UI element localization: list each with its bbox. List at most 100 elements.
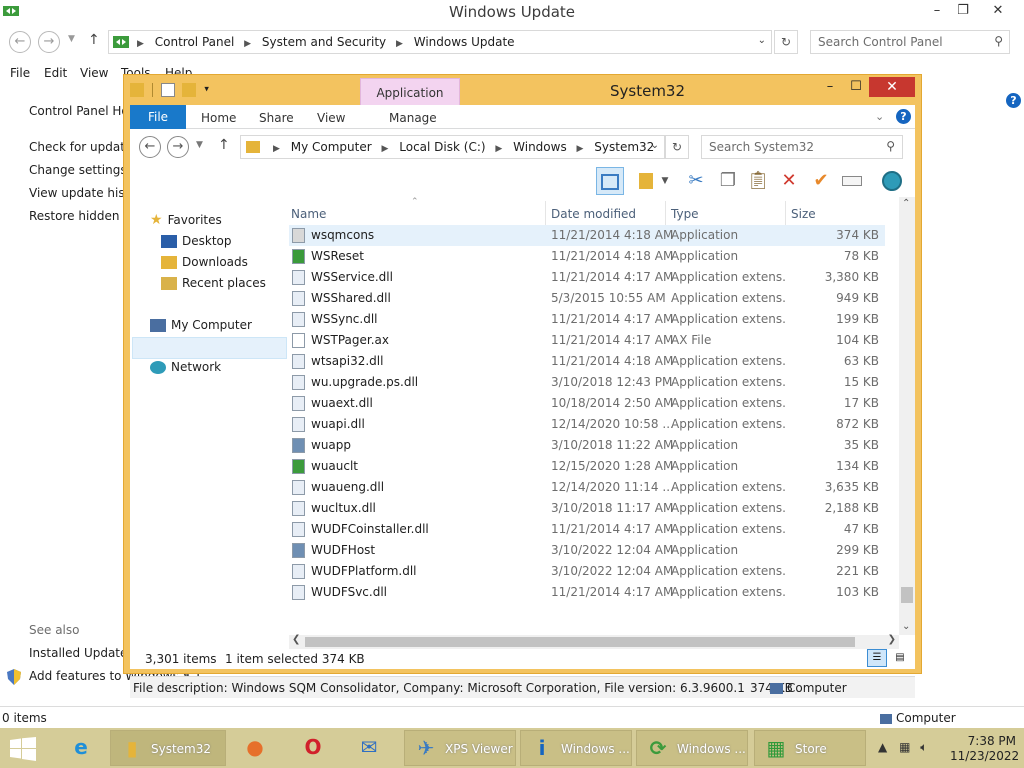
column-divider[interactable] (665, 201, 666, 225)
properties-button[interactable] (632, 167, 660, 195)
taskbar-button-windows[interactable]: i Windows ... (520, 730, 632, 766)
file-row[interactable]: WSService.dll 11/21/2014 4:17 AM Applicati… (289, 267, 885, 288)
menu-edit[interactable]: Edit (44, 66, 67, 80)
taskbar-button-store[interactable]: ▦ Store (754, 730, 866, 766)
file-row[interactable]: wuaext.dll 10/18/2014 2:50 AM Application … (289, 393, 885, 414)
delete-icon[interactable]: ✕ (775, 167, 803, 195)
breadcrumb-control-panel[interactable]: Control Panel (155, 35, 235, 49)
column-header-size[interactable]: Size (791, 207, 816, 221)
refresh-button[interactable]: ↻ (665, 135, 689, 159)
file-row[interactable]: wtsapi32.dll 11/21/2014 4:18 AM Applicatio… (289, 351, 885, 372)
breadcrumb-windows-update[interactable]: Windows Update (414, 35, 515, 49)
maximize-button[interactable]: ☐ (844, 77, 868, 97)
vertical-scrollbar[interactable]: ⌃ ⌄ (899, 197, 915, 635)
vertical-scroll-thumb[interactable] (901, 587, 913, 603)
file-row[interactable]: WUDFSvc.dll 11/21/2014 4:17 AM Application… (289, 582, 885, 603)
nav-my-computer[interactable]: My Computer (150, 318, 252, 332)
tab-home[interactable]: Home (201, 111, 236, 125)
breadcrumb-local-disk[interactable]: Local Disk (C:) (399, 140, 485, 154)
nav-desktop[interactable]: Desktop (161, 234, 232, 248)
scroll-right-icon[interactable]: ❯ (888, 634, 896, 645)
copy-icon[interactable]: ❐ (714, 167, 742, 195)
large-icons-view-button[interactable]: ▤ (890, 649, 910, 667)
taskbar-button-ie[interactable]: e (58, 730, 102, 766)
tab-file[interactable]: File (130, 105, 186, 129)
horizontal-scrollbar[interactable]: ❮ ❯ (289, 634, 899, 649)
horizontal-scroll-thumb[interactable] (305, 637, 855, 647)
column-header-type[interactable]: Type (671, 207, 699, 221)
taskbar-button-system32[interactable]: ▮ System32 (110, 730, 226, 766)
checkmark-icon[interactable]: ✔ (807, 167, 835, 195)
paste-icon[interactable]: 📋︎ (744, 167, 772, 195)
scroll-down-icon[interactable]: ⌄ (902, 621, 910, 632)
file-row[interactable]: wuapp 3/10/2018 11:22 AM Application 35 KB (289, 435, 885, 456)
back-button[interactable]: ← (139, 136, 161, 158)
breadcrumb-windows[interactable]: Windows (513, 140, 567, 154)
file-row[interactable]: WSSync.dll 11/21/2014 4:17 AM Application … (289, 309, 885, 330)
link-update-history[interactable]: View update history (29, 186, 124, 200)
column-divider[interactable] (785, 201, 786, 225)
link-check-updates[interactable]: Check for updates (29, 140, 124, 154)
windows-start-icon[interactable] (10, 737, 36, 761)
column-divider[interactable] (545, 201, 546, 225)
tab-view[interactable]: View (317, 111, 345, 125)
new-folder-icon[interactable] (182, 82, 197, 97)
restore-button[interactable]: ❐ (948, 0, 978, 22)
show-hidden-icons-icon[interactable]: ▲ (878, 740, 887, 754)
file-row[interactable]: WUDFHost 3/10/2022 12:04 AM Application 299… (289, 540, 885, 561)
file-row[interactable]: wsqmcons 11/21/2014 4:18 AM Application 374… (289, 225, 885, 246)
tab-share[interactable]: Share (259, 111, 294, 125)
cut-icon[interactable]: ✂ (682, 167, 710, 195)
file-row[interactable]: WSReset 11/21/2014 4:18 AM Application 78 K… (289, 246, 885, 267)
link-change-settings[interactable]: Change settings (29, 163, 124, 177)
forward-button[interactable]: → (38, 31, 60, 53)
address-dropdown-icon[interactable]: ⌄ (758, 35, 766, 46)
forward-button[interactable]: → (167, 136, 189, 158)
taskbar-button-thunderbird[interactable]: ✉ (346, 730, 392, 766)
help-icon[interactable]: ? (896, 109, 911, 124)
nav-network[interactable]: Network (150, 360, 221, 374)
address-box[interactable]: ▶ My Computer ▶ Local Disk (C:) ▶ Window… (240, 135, 665, 159)
up-button[interactable]: ↑ (218, 137, 230, 153)
search-input[interactable]: Search System32 ⚲ (701, 135, 903, 159)
address-dropdown-icon[interactable]: ⌄ (651, 140, 659, 151)
link-control-panel-home[interactable]: Control Panel Home (29, 104, 124, 118)
file-row[interactable]: wuapi.dll 12/14/2020 10:58 ... Application… (289, 414, 885, 435)
taskbar-button-xps-viewer[interactable]: ✈ XPS Viewer (404, 730, 516, 766)
file-row[interactable]: wuaueng.dll 12/14/2020 11:14 ... Applicati… (289, 477, 885, 498)
up-button[interactable]: ↑ (88, 32, 100, 48)
column-header-name[interactable]: Name (291, 207, 326, 221)
close-button[interactable]: ✕ (978, 0, 1018, 22)
link-restore-hidden[interactable]: Restore hidden updates (29, 209, 124, 223)
minimize-button[interactable]: – (818, 77, 842, 97)
breadcrumb-my-computer[interactable]: My Computer (291, 140, 372, 154)
menu-file[interactable]: File (10, 66, 30, 80)
refresh-button[interactable]: ↻ (774, 30, 798, 54)
taskbar-button-windows[interactable]: ⟳ Windows ... (636, 730, 748, 766)
scroll-left-icon[interactable]: ❮ (292, 634, 300, 645)
file-row[interactable]: wu.upgrade.ps.dll 3/10/2018 12:43 PM Appli… (289, 372, 885, 393)
close-button[interactable]: ✕ (869, 77, 915, 97)
properties-icon[interactable] (160, 82, 175, 97)
network-button[interactable] (878, 167, 906, 195)
volume-icon[interactable]: 🔈︎ (920, 740, 927, 754)
back-button[interactable]: ← (9, 31, 31, 53)
file-row[interactable]: WUDFCoinstaller.dll 11/21/2014 4:17 AM App… (289, 519, 885, 540)
file-row[interactable]: wucltux.dll 3/10/2018 11:17 AM Application… (289, 498, 885, 519)
details-view-button[interactable]: ☰ (867, 649, 887, 667)
clock[interactable]: 7:38 PM 11/23/2022 (950, 734, 1019, 764)
recent-dropdown-icon[interactable]: ▼ (68, 34, 75, 44)
file-row[interactable]: wuauclt 12/15/2020 1:28 AM Application 134 … (289, 456, 885, 477)
tab-manage[interactable]: Manage (389, 111, 437, 125)
nav-downloads[interactable]: Downloads (161, 255, 248, 269)
taskbar-button-opera[interactable]: O (290, 730, 336, 766)
rename-button[interactable] (838, 167, 866, 195)
scroll-up-icon[interactable]: ⌃ (902, 198, 910, 209)
nav-recent-places[interactable]: Recent places (161, 276, 266, 290)
search-input[interactable]: Search Control Panel ⚲ (810, 30, 1010, 54)
properties-dropdown-icon[interactable]: ▼ (658, 167, 672, 195)
address-box[interactable]: ▶ Control Panel ▶ System and Security ▶ … (108, 30, 772, 54)
help-icon[interactable]: ? (1006, 93, 1021, 108)
recent-dropdown-icon[interactable]: ▼ (196, 140, 203, 150)
network-tray-icon[interactable]: ▦ (899, 740, 910, 754)
